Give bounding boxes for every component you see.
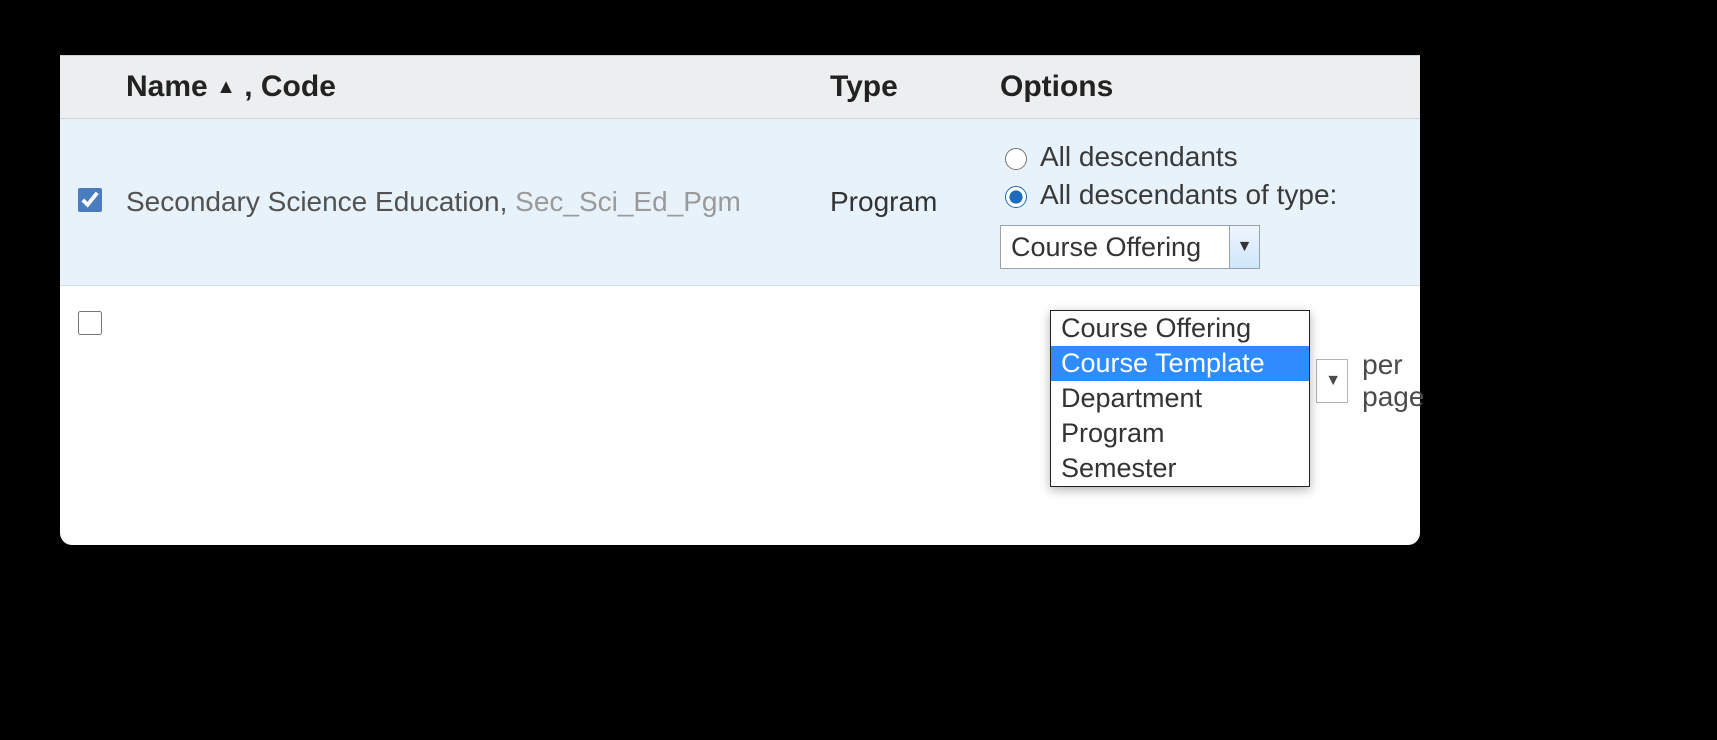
- header-type[interactable]: Type: [820, 56, 990, 119]
- row-name: Secondary Science Education: [126, 186, 500, 217]
- dropdown-option[interactable]: Course Template: [1051, 346, 1309, 381]
- per-page-label: per page: [1362, 349, 1436, 413]
- header-name[interactable]: Name ▲ , Code: [116, 56, 820, 119]
- per-page-control: ▼ per page: [1316, 349, 1436, 413]
- row-checkbox[interactable]: [78, 311, 102, 335]
- dropdown-option[interactable]: Semester: [1051, 451, 1309, 486]
- row-checkbox[interactable]: [78, 188, 102, 212]
- header-checkbox-cell: [60, 56, 116, 119]
- table-header-row: Name ▲ , Code Type Options: [60, 56, 1420, 119]
- header-name-label: Name: [126, 70, 208, 103]
- dropdown-option[interactable]: Course Offering: [1051, 311, 1309, 346]
- course-table-panel: Name ▲ , Code Type Options Secondary Sci…: [60, 55, 1420, 545]
- label-all-descendants: All descendants: [1040, 141, 1238, 173]
- header-code-label: , Code: [244, 70, 336, 103]
- radio-all-descendants[interactable]: [1005, 148, 1027, 170]
- descendant-type-select-value: Course Offering: [1001, 226, 1229, 268]
- descendant-type-dropdown[interactable]: Course OfferingCourse TemplateDepartment…: [1050, 310, 1310, 487]
- row-type: Program: [820, 119, 990, 286]
- sort-ascending-icon: ▲: [216, 76, 236, 98]
- dropdown-option[interactable]: Program: [1051, 416, 1309, 451]
- header-options: Options: [990, 56, 1420, 119]
- per-page-select[interactable]: ▼: [1316, 359, 1348, 403]
- dropdown-option[interactable]: Department: [1051, 381, 1309, 416]
- row-code: Sec_Sci_Ed_Pgm: [515, 186, 741, 217]
- table-row: Secondary Science Education, Sec_Sci_Ed_…: [60, 119, 1420, 286]
- label-all-descendants-of-type: All descendants of type:: [1040, 179, 1337, 211]
- chevron-down-icon: ▼: [1229, 226, 1259, 268]
- descendant-type-select[interactable]: Course Offering ▼: [1000, 225, 1260, 269]
- radio-all-descendants-of-type[interactable]: [1005, 186, 1027, 208]
- chevron-down-icon: ▼: [1325, 372, 1341, 390]
